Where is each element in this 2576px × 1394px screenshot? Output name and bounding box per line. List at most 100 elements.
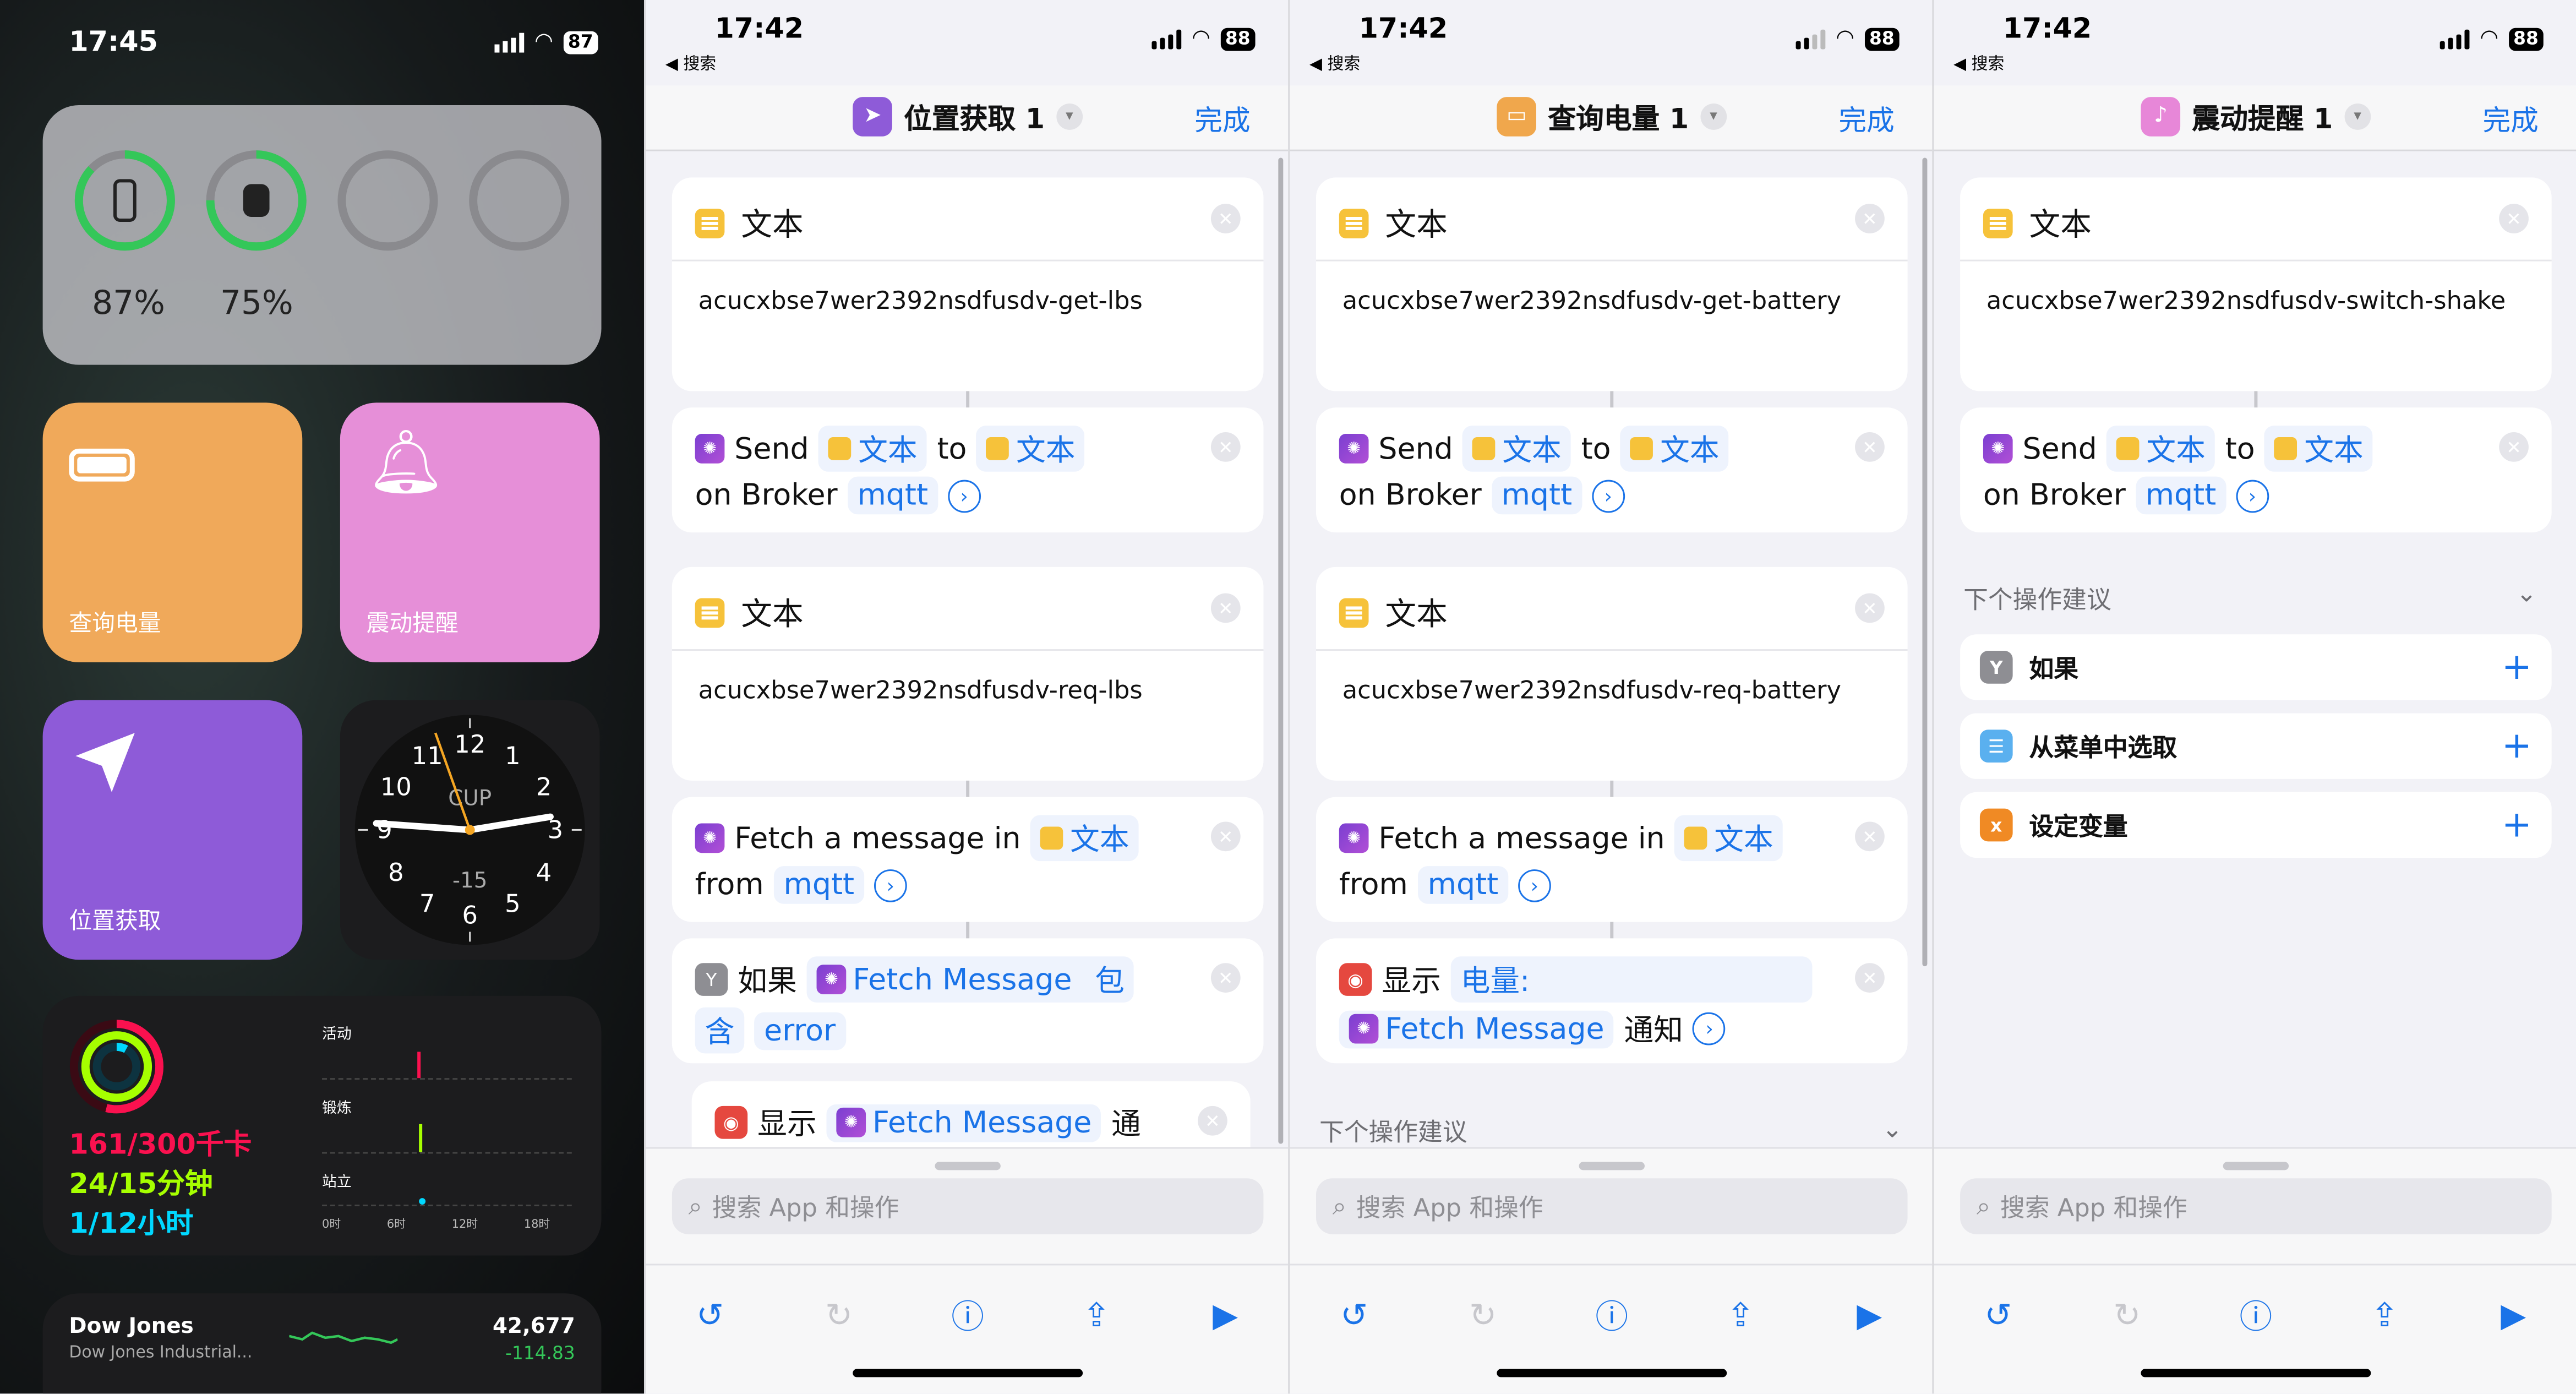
variable-pill[interactable]: 文本 [2106,426,2215,472]
text-action[interactable]: 文本 ✕ acucxbse7wer2392nsdfusdv-get-lbs [672,177,1264,391]
activity-widget[interactable]: 161/300千卡 24/15分钟 1/12小时 活动 锻炼 站立 0时 6时 12… [42,995,602,1256]
drawer-handle[interactable] [2223,1162,2289,1170]
text-action[interactable]: 文本 ✕ acucxbse7wer2392nsdfusdv-switch-sha… [1960,177,2552,391]
text-body[interactable]: acucxbse7wer2392nsdfusdv-get-lbs [698,286,1143,315]
remove-action-icon[interactable]: ✕ [1198,1106,1227,1136]
chevron-down-icon[interactable]: ⌄ [2516,579,2537,608]
stocks-widget[interactable]: Dow Jones Dow Jones Industrial... 42,677… [42,1293,602,1394]
back-to-search[interactable]: ◀ 搜索 [1309,50,1360,74]
share-icon[interactable]: ⇪ [2365,1294,2404,1334]
expand-arrow-icon[interactable]: › [2236,479,2269,512]
shortcut-battery[interactable]: 查询电量 [42,402,303,662]
message-pill[interactable]: 电量: [1450,956,1813,1003]
redo-icon[interactable]: ↻ [819,1294,859,1334]
text-body[interactable]: acucxbse7wer2392nsdfusdv-req-lbs [698,676,1143,705]
remove-action-icon[interactable]: ✕ [1855,593,1885,623]
done-button[interactable]: 完成 [1838,97,1894,138]
text-action[interactable]: 文本 ✕ acucxbse7wer2392nsdfusdv-get-batter… [1316,177,1908,391]
done-button[interactable]: 完成 [2482,97,2538,138]
back-to-search[interactable]: ◀ 搜索 [665,50,716,74]
remove-action-icon[interactable]: ✕ [1210,821,1241,852]
variable-pill[interactable]: 文本 [1030,815,1139,862]
search-field[interactable]: ⌕ 搜索 App 和操作 [672,1178,1264,1234]
expand-arrow-icon[interactable]: › [1591,479,1625,512]
drawer-handle[interactable] [935,1162,1001,1170]
redo-icon[interactable]: ↻ [1463,1294,1503,1334]
search-field[interactable]: ⌕ 搜索 App 和操作 [1960,1178,2552,1234]
variable-pill[interactable]: 文本 [1674,815,1783,862]
expand-arrow-icon[interactable]: › [1518,868,1551,902]
fetch-action[interactable]: ✺ Fetch a message in 文本 from mqtt › ✕ [672,797,1264,922]
title-menu[interactable]: ➤ 位置获取 1 ▾ [646,95,1288,137]
if-action[interactable]: Y 如果 ✺ Fetch Message 包 含 error ✕ [672,938,1264,1064]
scrollbar[interactable] [1922,157,1928,967]
variable-pill[interactable]: ✺ Fetch Message 包 [806,956,1134,1003]
batteries-widget[interactable]: 87% 75% [42,105,602,365]
remove-action-icon[interactable]: ✕ [1210,963,1241,993]
remove-action-icon[interactable]: ✕ [1210,204,1241,233]
remove-action-icon[interactable]: ✕ [1855,963,1885,993]
suggestion-choose-from-menu[interactable]: ☰ 从菜单中选取 + [1960,713,2552,779]
done-button[interactable]: 完成 [1194,97,1250,138]
play-icon[interactable]: ▶ [2493,1294,2533,1334]
variable-pill[interactable]: 文本 [2264,426,2373,472]
value-pill[interactable]: error [754,1011,846,1049]
play-icon[interactable]: ▶ [1849,1294,1889,1334]
search-field[interactable]: ⌕ 搜索 App 和操作 [1316,1178,1908,1234]
expand-arrow-icon[interactable]: › [1693,1012,1726,1046]
broker-pill[interactable]: mqtt [1491,476,1582,515]
variable-pill[interactable]: ✺ Fetch Message [1339,1010,1614,1048]
suggestion-if[interactable]: Y 如果 + [1960,634,2552,700]
condition-pill[interactable]: 含 [695,1007,745,1054]
remove-action-icon[interactable]: ✕ [2499,204,2529,233]
broker-pill[interactable]: mqtt [1417,866,1509,904]
remove-action-icon[interactable]: ✕ [1210,593,1241,623]
broker-pill[interactable]: mqtt [847,476,938,515]
expand-arrow-icon[interactable]: › [947,479,981,512]
chevron-down-icon[interactable]: ⌄ [1882,1114,1903,1144]
play-icon[interactable]: ▶ [1205,1294,1245,1334]
remove-action-icon[interactable]: ✕ [1855,432,1885,462]
remove-action-icon[interactable]: ✕ [1855,821,1885,852]
clock-widget[interactable]: 12 1 2 3 4 5 6 7 8 9 10 11 CUP -15 [340,700,600,960]
variable-pill[interactable]: 文本 [1462,426,1571,472]
variable-pill[interactable]: 文本 [976,426,1085,472]
title-menu[interactable]: ▭ 查询电量 1 ▾ [1290,95,1932,137]
text-action[interactable]: 文本 ✕ acucxbse7wer2392nsdfusdv-req-lbs [672,567,1264,781]
broker-pill[interactable]: mqtt [773,866,865,904]
remove-action-icon[interactable]: ✕ [1855,204,1885,233]
share-icon[interactable]: ⇪ [1077,1294,1116,1334]
text-body[interactable]: acucxbse7wer2392nsdfusdv-req-battery [1342,676,1841,705]
undo-icon[interactable]: ↺ [1978,1294,2018,1334]
expand-arrow-icon[interactable]: › [874,868,907,902]
fetch-action[interactable]: ✺ Fetch a message in 文本 from mqtt › ✕ [1316,797,1908,922]
share-icon[interactable]: ⇪ [1721,1294,1760,1334]
shortcut-location[interactable]: 位置获取 [42,700,303,960]
variable-pill[interactable]: 文本 [818,426,927,472]
undo-icon[interactable]: ↺ [690,1294,730,1334]
shortcut-shake[interactable]: 🔔︎ 震动提醒 [340,402,600,662]
send-action[interactable]: ✺ Send 文本 to 文本 on Broker mqtt › ✕ [1960,407,2552,533]
remove-action-icon[interactable]: ✕ [2499,432,2529,462]
text-body[interactable]: acucxbse7wer2392nsdfusdv-switch-shake [1986,286,2506,315]
variable-pill[interactable]: ✺ Fetch Message [826,1103,1102,1142]
suggestion-set-variable[interactable]: x 设定变量 + [1960,792,2552,858]
info-icon[interactable]: ⓘ [2236,1294,2275,1336]
variable-pill[interactable]: 文本 [1620,426,1729,472]
broker-pill[interactable]: mqtt [2135,476,2226,515]
text-action[interactable]: 文本 ✕ acucxbse7wer2392nsdfusdv-req-batter… [1316,567,1908,781]
scrollbar[interactable] [1278,157,1284,1144]
add-icon[interactable]: + [2502,726,2532,767]
send-action[interactable]: ✺ Send 文本 to 文本 on Broker mqtt › ✕ [1316,407,1908,533]
title-menu[interactable]: ♪ 震动提醒 1 ▾ [1934,95,2576,137]
text-body[interactable]: acucxbse7wer2392nsdfusdv-get-battery [1342,286,1841,315]
send-action[interactable]: ✺ Send 文本 to 文本 on Broker mqtt › ✕ [672,407,1264,533]
add-icon[interactable]: + [2502,804,2532,846]
drawer-handle[interactable] [1579,1162,1645,1170]
undo-icon[interactable]: ↺ [1334,1294,1374,1334]
remove-action-icon[interactable]: ✕ [1210,432,1241,462]
back-to-search[interactable]: ◀ 搜索 [1953,50,2004,74]
show-notification-action[interactable]: ◉ 显示 电量: ✺ Fetch Message 通知 › ✕ [1316,938,1908,1064]
info-icon[interactable]: ⓘ [1592,1294,1631,1336]
redo-icon[interactable]: ↻ [2107,1294,2147,1334]
